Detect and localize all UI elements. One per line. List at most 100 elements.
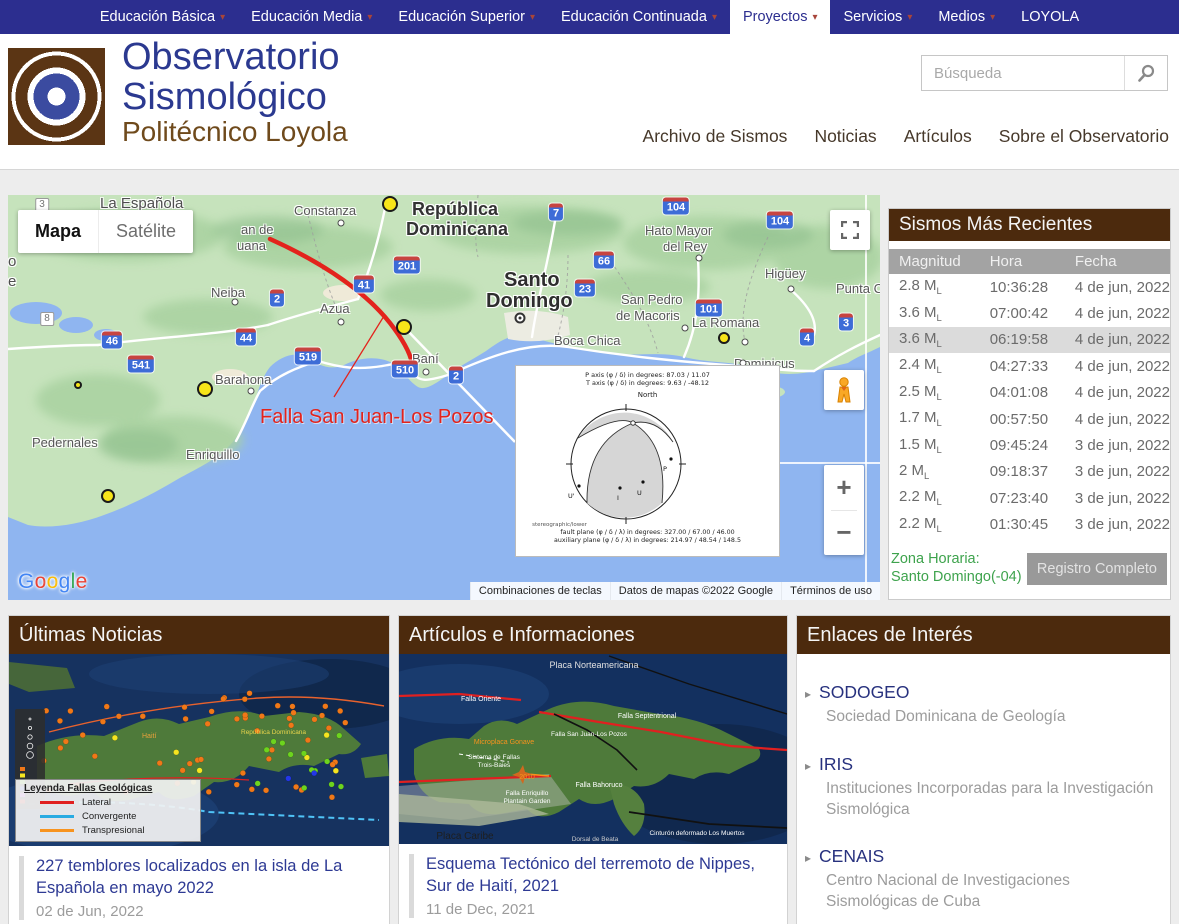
timezone-text: Zona Horaria: Santo Domingo(-04) (891, 551, 1022, 586)
search-button[interactable] (1124, 56, 1167, 90)
svg-text:Falla San Juan-Los Pozos: Falla San Juan-Los Pozos (551, 731, 628, 738)
nav-item[interactable]: Proyectos▾ (730, 0, 831, 34)
earthquake-marker[interactable] (718, 332, 730, 344)
earthquake-marker[interactable] (396, 319, 412, 335)
svg-text:Dorsal de Beata: Dorsal de Beata (572, 836, 619, 843)
quake-row[interactable]: 1.5 ML09:45:243 de jun, 2022 (889, 432, 1170, 458)
full-register-button[interactable]: Registro Completo (1027, 553, 1167, 585)
svg-text:P: P (663, 465, 667, 473)
zoom-out-button[interactable]: − (824, 511, 864, 556)
news-map-image[interactable]: HaitíRepública Dominicana Leyenda Fallas… (9, 654, 389, 846)
news-article-date: 02 de Jun, 2022 (36, 903, 375, 920)
quake-row[interactable]: 2 ML09:18:373 de jun, 2022 (889, 459, 1170, 485)
quake-row[interactable]: 1.7 ML00:57:504 de jun, 2022 (889, 406, 1170, 432)
map-type-satellite-button[interactable]: Satélite (98, 210, 193, 253)
fullscreen-icon (841, 221, 859, 239)
focal-mechanism-popup: P axis (φ / δ) in degrees: 87.03 / 11.07… (515, 365, 780, 557)
news-article-title[interactable]: 227 temblores localizados en la isla de … (36, 856, 375, 900)
quake-row[interactable]: 2.2 ML01:30:453 de jun, 2022 (889, 512, 1170, 538)
dropdown-arrow-icon: ▾ (530, 12, 535, 23)
nav-item[interactable]: Educación Continuada▾ (548, 0, 730, 34)
header-link[interactable]: Archivo de Sismos (643, 126, 788, 147)
link-desc: Centro Nacional de Investigaciones Sismo… (826, 871, 1160, 913)
earthquake-marker[interactable] (101, 489, 115, 503)
site-title-line3: Politécnico Loyola (122, 117, 348, 146)
legend-item: Transpresional (24, 825, 192, 836)
svg-text:Plantain Garden: Plantain Garden (504, 798, 551, 805)
tectonic-map-image[interactable]: Placa Norteamericana Falla Oriente Falla S… (399, 654, 787, 844)
nav-item[interactable]: Medios▾ (925, 0, 1008, 34)
search-input[interactable] (922, 56, 1124, 90)
svg-text:Falla Septentrional: Falla Septentrional (618, 713, 677, 720)
map[interactable]: La EspañolaConstanzaRepúblicaDominicanaa… (8, 195, 880, 600)
external-link[interactable]: CENAIS (819, 846, 884, 866)
dropdown-arrow-icon: ▾ (220, 12, 225, 23)
articles-panel-title: Artículos e Informaciones (399, 616, 787, 654)
recent-quakes-panel: Sismos Más Recientes Magnitud Hora Fecha… (888, 208, 1171, 600)
map-type-map-button[interactable]: Mapa (18, 210, 98, 253)
nav-item[interactable]: Educación Media▾ (238, 0, 385, 34)
earthquake-marker[interactable] (74, 381, 82, 389)
quake-row[interactable]: 3.6 ML06:19:584 de jun, 2022 (889, 327, 1170, 353)
projection-text: stereographic/lower (428, 522, 691, 528)
faults-legend: Leyenda Fallas Geológicas LateralConverg… (15, 779, 201, 842)
svg-text:I: I (617, 494, 619, 502)
svg-text:Falla Oriente: Falla Oriente (461, 696, 501, 703)
external-link[interactable]: IRIS (819, 754, 853, 774)
link-item: ▸SODOGEOSociedad Dominicana de Geología (805, 682, 1160, 728)
search-box (921, 55, 1168, 91)
articles-article-title[interactable]: Esquema Tectónico del terremoto de Nippe… (426, 854, 773, 898)
header-link[interactable]: Noticias (814, 126, 876, 147)
north-label: North (516, 391, 779, 399)
quake-row[interactable]: 3.6 ML07:00:424 de jun, 2022 (889, 300, 1170, 326)
dropdown-arrow-icon: ▾ (990, 12, 995, 23)
svg-text:Placa Norteamericana: Placa Norteamericana (549, 660, 638, 670)
beachball-diagram: P U I U' (516, 402, 781, 524)
zoom-in-button[interactable]: + (824, 465, 864, 510)
quake-row[interactable]: 2.4 ML04:27:334 de jun, 2022 (889, 353, 1170, 379)
svg-text:Trois-Baies: Trois-Baies (478, 762, 511, 769)
fault-plane-text: fault plane (φ / δ / λ) in degrees: 327.… (516, 529, 779, 536)
svg-text:Placa Caribe: Placa Caribe (436, 831, 494, 842)
site-title: Observatorio Sismológico Politécnico Loy… (122, 38, 348, 146)
news-panel: Últimas Noticias HaitíRepública Dominica… (8, 615, 390, 924)
fullscreen-button[interactable] (830, 210, 870, 250)
quake-table-body: 2.8 ML10:36:284 de jun, 20223.6 ML07:00:… (889, 274, 1170, 538)
legend-label: Transpresional (82, 825, 144, 836)
nav-item[interactable]: LOYOLA (1008, 0, 1092, 34)
quake-row[interactable]: 2.8 ML10:36:284 de jun, 2022 (889, 274, 1170, 300)
svg-text:U': U' (568, 492, 575, 500)
terms-link[interactable]: Términos de uso (781, 582, 880, 600)
quake-row[interactable]: 2.5 ML04:01:084 de jun, 2022 (889, 380, 1170, 406)
earthquake-marker[interactable] (197, 381, 213, 397)
nav-item[interactable]: Educación Básica▾ (87, 0, 238, 34)
nav-item[interactable]: Educación Superior▾ (385, 0, 548, 34)
map-attribution: Combinaciones de teclas Datos de mapas ©… (470, 582, 880, 600)
col-hora: Hora (980, 249, 1065, 274)
recent-quakes-title: Sismos Más Recientes (889, 209, 1170, 241)
header-link[interactable]: Sobre el Observatorio (999, 126, 1169, 147)
keyboard-shortcuts-button[interactable]: Combinaciones de teclas (470, 582, 610, 600)
link-item: ▸CENAISCentro Nacional de Investigacione… (805, 846, 1160, 913)
legend-label: Lateral (82, 797, 111, 808)
links-panel: Enlaces de Interés ▸SODOGEOSociedad Domi… (796, 615, 1171, 924)
svg-text:2010: 2010 (519, 774, 535, 781)
svg-text:Haití: Haití (142, 733, 156, 740)
quake-row[interactable]: 2.2 ML07:23:403 de jun, 2022 (889, 485, 1170, 511)
quake-table: Magnitud Hora Fecha 2.8 ML10:36:284 de j… (889, 249, 1170, 538)
page: Educación Básica▾Educación Media▾Educaci… (0, 0, 1179, 924)
articles-panel: Artículos e Informaciones Placa Norteame… (398, 615, 788, 924)
svg-text:Cinturón deformado Los Muertos: Cinturón deformado Los Muertos (649, 830, 745, 837)
link-item: ▸IRISInstituciones Incorporadas para la … (805, 754, 1160, 821)
google-logo[interactable]: Google (18, 570, 88, 594)
nav-item[interactable]: Servicios▾ (830, 0, 925, 34)
external-link[interactable]: SODOGEO (819, 682, 909, 702)
earthquake-marker[interactable] (382, 196, 398, 212)
t-axis-text: T axis (φ / δ) in degrees: 9.63 / -48.12 (516, 379, 779, 387)
pegman-button[interactable] (824, 370, 864, 410)
header-link[interactable]: Artículos (904, 126, 972, 147)
legend-swatch (40, 829, 74, 832)
pegman-icon (834, 377, 854, 403)
site-title-line2: Sismológico (122, 78, 348, 118)
svg-text:U: U (637, 489, 642, 497)
